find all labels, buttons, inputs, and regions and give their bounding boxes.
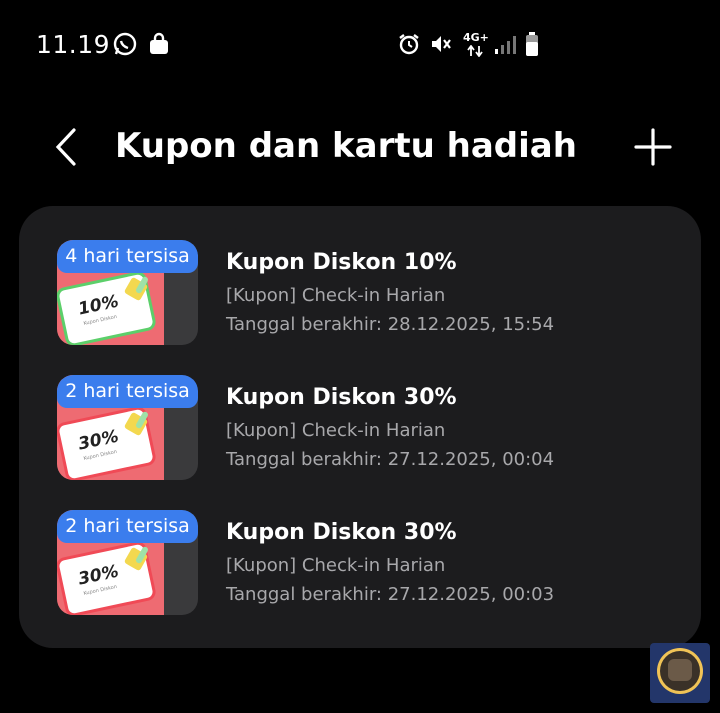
status-bar: 11.19 4G+	[0, 0, 720, 88]
avatar-face-icon	[668, 659, 692, 681]
coupon-name: Kupon Diskon 10%	[226, 250, 457, 275]
coupon-name: Kupon Diskon 30%	[226, 520, 457, 545]
coupon-name: Kupon Diskon 30%	[226, 385, 457, 410]
coupon-list: 10% Kupon Diskon 4 hari tersisa Kupon Di…	[19, 206, 701, 648]
plus-icon	[634, 128, 672, 166]
alarm-icon	[396, 30, 422, 58]
days-left-badge: 4 hari tersisa	[57, 240, 198, 273]
coupon-source: [Kupon] Check-in Harian	[226, 555, 446, 576]
page-title: Kupon dan kartu hadiah	[115, 126, 577, 166]
days-left-badge: 2 hari tersisa	[57, 375, 198, 408]
chevron-left-icon	[55, 128, 76, 166]
coupon-item[interactable]: 30% Kupon Diskon 2 hari tersisa Kupon Di…	[19, 510, 701, 620]
app-header: Kupon dan kartu hadiah	[0, 110, 720, 182]
network-4g-icon: 4G+	[463, 31, 489, 44]
coupon-expiry: Tanggal berakhir: 27.12.2025, 00:03	[226, 584, 555, 605]
coupon-expiry: Tanggal berakhir: 28.12.2025, 15:54	[226, 314, 555, 335]
coupon-source: [Kupon] Check-in Harian	[226, 420, 446, 441]
days-left-badge: 2 hari tersisa	[57, 510, 198, 543]
coupon-expiry: Tanggal berakhir: 27.12.2025, 00:04	[226, 449, 555, 470]
signal-icon	[492, 30, 518, 58]
data-arrows-icon	[463, 44, 487, 58]
battery-icon	[524, 30, 540, 58]
back-button[interactable]	[48, 124, 88, 170]
whatsapp-icon	[111, 30, 139, 58]
shopping-bag-icon	[146, 30, 172, 58]
coupon-thumbnail: 30% Kupon Diskon 2 hari tersisa	[57, 510, 198, 615]
coupon-thumbnail: 30% Kupon Diskon 2 hari tersisa	[57, 375, 198, 480]
coupon-source: [Kupon] Check-in Harian	[226, 285, 446, 306]
coupon-thumbnail: 10% Kupon Diskon 4 hari tersisa	[57, 240, 198, 345]
floating-avatar[interactable]	[650, 643, 710, 703]
coupon-item[interactable]: 10% Kupon Diskon 4 hari tersisa Kupon Di…	[19, 240, 701, 350]
add-button[interactable]	[630, 124, 676, 170]
status-time: 11.19	[36, 30, 111, 59]
coupon-item[interactable]: 30% Kupon Diskon 2 hari tersisa Kupon Di…	[19, 375, 701, 485]
mute-icon	[428, 30, 454, 58]
